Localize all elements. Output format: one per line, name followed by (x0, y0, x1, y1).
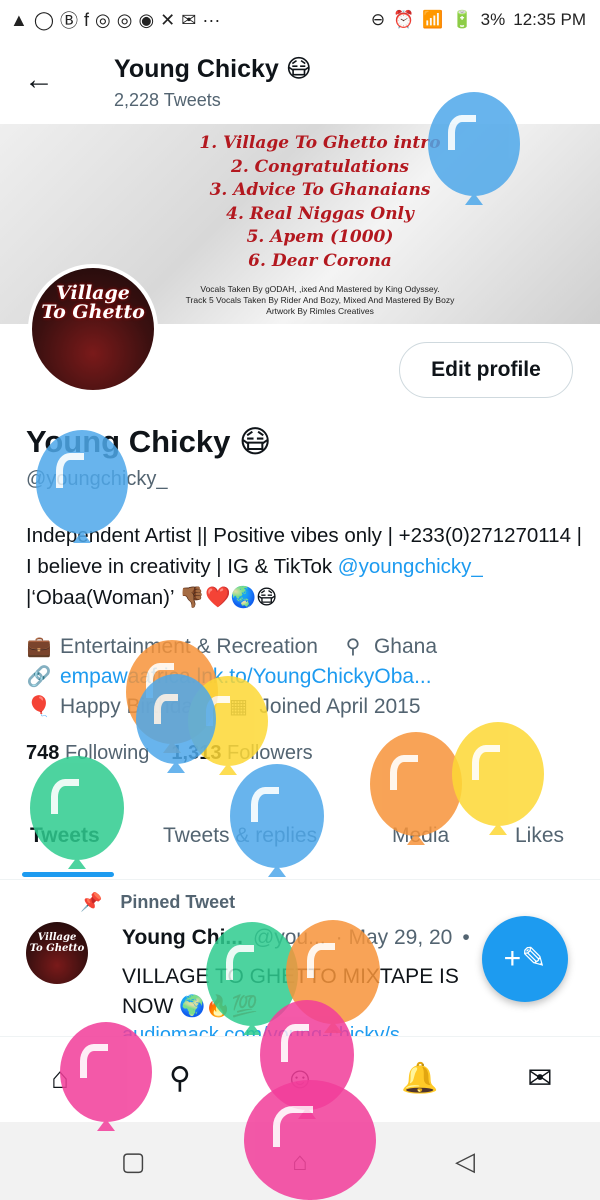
chat-icon: ◉ (138, 9, 155, 30)
profile-joined: Joined April 2015 (259, 694, 421, 718)
facebook-icon: f (83, 9, 89, 30)
balloon-icon (60, 1022, 152, 1131)
balloon-icon (244, 1080, 376, 1200)
briefcase-icon: 💼 (26, 636, 52, 658)
tweet-count: 2,228 Tweets (114, 90, 221, 110)
instagram-icon: ◎ (116, 9, 133, 30)
balloon-icon (428, 92, 520, 205)
credit-line: Track 5 Vocals Taken By Rider And Bozy, … (185, 295, 455, 305)
status-bar: ▲ ◯ Ⓑ f ◎ ◎ ◉ ✕ ✉ ··· ⊖ ⏰ 📶 🔋 3% 12:35 P… (0, 0, 600, 40)
alarm-icon: ⏰ (393, 10, 415, 29)
track-2: 2. Congratulations (230, 156, 410, 177)
pinned-label: Pinned Tweet (120, 892, 236, 912)
credit-line: Artwork By Rimles Creatives (266, 306, 374, 316)
profile-meta-category-location: 💼 Entertainment & Recreation ⚲ Ghana (26, 634, 437, 659)
tweet-avatar-art: Village To Ghetto (26, 932, 88, 954)
track-5: 5. Apem (1000) (246, 227, 394, 247)
track-4: 4. Real Niggas Only (226, 203, 414, 224)
recents-icon[interactable]: ▢ (118, 1146, 148, 1177)
tab-likes[interactable]: Likes (515, 824, 564, 848)
profile-location: Ghana (373, 634, 438, 658)
tweet-avatar-line: To Ghetto (29, 943, 85, 954)
b-icon: Ⓑ (59, 11, 78, 31)
track-6: 6. Dear Corona (248, 250, 392, 271)
profile-header-bar: ← Young Chicky 😷 2,228 Tweets (0, 44, 600, 120)
balloon-icon (370, 732, 462, 845)
compose-tweet-button[interactable]: +✎ (482, 916, 568, 1002)
avatar-cover-art: Village To Ghetto (32, 284, 154, 322)
pinned-tweet-label: 📌 Pinned Tweet (80, 892, 235, 913)
link-icon: 🔗 (26, 666, 52, 688)
profile-bio: Independent Artist || Positive vibes onl… (26, 520, 586, 613)
edit-profile-button[interactable]: Edit profile (399, 342, 573, 398)
search-icon[interactable]: ⚲ (160, 1059, 200, 1099)
bio-end: |‘Obaa(Woman)’ 👎🏾❤️🌏😷 (26, 586, 278, 609)
tweet-more-icon[interactable]: • (462, 926, 469, 950)
mail-icon: ✉ (181, 9, 197, 30)
battery-icon: 🔋 (451, 10, 473, 29)
dnd-icon: ⊖ (370, 10, 386, 29)
balloon-icon (230, 764, 324, 877)
clock: 12:35 PM (513, 10, 586, 29)
x-icon: ✕ (160, 9, 176, 30)
system-status: ⊖ ⏰ 📶 🔋 3% 12:35 PM (371, 10, 586, 30)
location-icon: ⚲ (345, 636, 361, 658)
pin-icon: 📌 (80, 892, 103, 912)
header-title: Young Chicky 😷 (114, 55, 312, 83)
tweet-avatar[interactable]: Village To Ghetto (26, 922, 88, 984)
avatar-cover-line: To Ghetto (41, 301, 145, 323)
more-icon: ··· (202, 9, 221, 30)
balloon-icon (30, 756, 124, 869)
system-back-icon[interactable]: ◁ (450, 1146, 480, 1177)
bio-text: Independent Artist || Positive vibes onl… (26, 524, 582, 578)
banner-credits: Vocals Taken By gODAH, ,ixed And Mastere… (160, 284, 480, 317)
message-icon: ◯ (33, 9, 54, 30)
profile-avatar[interactable]: Village To Ghetto (28, 264, 158, 394)
bio-mention-link[interactable]: @youngchicky_ (338, 555, 483, 578)
app-icon: ◎ (95, 9, 111, 30)
following-count: 748 (26, 742, 60, 764)
balloon-icon: 🎈 (26, 696, 52, 718)
banner-tracklist: 1. Village To Ghetto intro 2. Congratula… (170, 132, 470, 273)
tweet-avatar-line: Village (37, 932, 77, 943)
signal-icon: 📶 (422, 10, 444, 29)
credit-line: Vocals Taken By gODAH, ,ixed And Mastere… (200, 284, 440, 294)
notification-icons: ▲ ◯ Ⓑ f ◎ ◎ ◉ ✕ ✉ ··· (10, 7, 220, 33)
warning-icon: ▲ (10, 9, 28, 30)
balloon-icon (36, 430, 128, 543)
track-1: 1. Village To Ghetto intro (199, 133, 441, 153)
balloon-icon (136, 674, 216, 773)
messages-icon[interactable]: ✉ (520, 1059, 560, 1099)
active-tab-indicator (22, 872, 114, 877)
back-arrow-icon[interactable]: ← (24, 62, 60, 98)
notifications-icon[interactable]: 🔔 (400, 1059, 440, 1099)
track-3: 3. Advice To Ghanaians (209, 180, 431, 200)
battery-percent: 3% (480, 10, 506, 29)
balloon-icon (452, 722, 544, 835)
